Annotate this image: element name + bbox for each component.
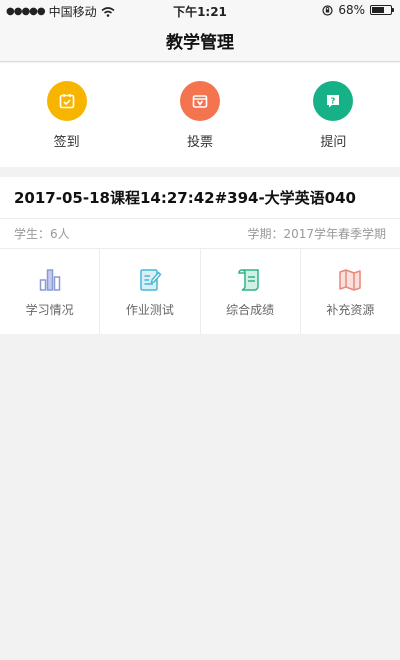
course-card[interactable]: 2017-05-18课程14:27:42#394-大学英语040 学生：6人 学… — [0, 177, 400, 334]
homework-icon — [140, 269, 162, 291]
vote-icon — [179, 81, 220, 121]
battery-icon — [370, 5, 394, 15]
question-label: 提问 — [320, 135, 347, 150]
homework-test-button[interactable]: 作业测试 — [100, 249, 201, 334]
overall-grade-label: 综合成绩 — [226, 303, 275, 317]
scroll-icon — [238, 269, 259, 291]
study-status-button[interactable]: 学习情况 — [0, 249, 101, 334]
checkin-icon — [46, 81, 87, 121]
bar-chart-icon — [39, 269, 60, 291]
nav-bar: 教学管理 — [0, 20, 400, 62]
question-icon: ? — [313, 81, 354, 121]
status-bar: ●●●●● 中国移动 下午1:21 68% — [0, 0, 400, 20]
supplementary-resources-button[interactable]: 补充资源 — [301, 249, 400, 334]
checkin-label: 签到 — [53, 135, 80, 150]
student-count: 学生：6人 — [14, 227, 70, 241]
battery-percent: 68% — [338, 3, 365, 17]
study-status-label: 学习情况 — [25, 303, 74, 317]
course-term: 学期：2017学年春季学期 — [247, 227, 386, 241]
course-actions: 学习情况 作业测试 综合成绩 补充资源 — [0, 249, 400, 334]
rotation-lock-icon — [322, 4, 333, 16]
overall-grade-button[interactable]: 综合成绩 — [201, 249, 301, 334]
course-meta: 学生：6人 学期：2017学年春季学期 — [0, 219, 400, 249]
question-button[interactable]: ? 提问 — [267, 63, 400, 167]
vote-button[interactable]: 投票 — [133, 63, 266, 167]
map-icon — [339, 269, 362, 291]
page-title: 教学管理 — [166, 33, 234, 53]
svg-text:?: ? — [331, 97, 336, 106]
homework-test-label: 作业测试 — [125, 303, 174, 317]
vote-label: 投票 — [186, 135, 213, 150]
course-title[interactable]: 2017-05-18课程14:27:42#394-大学英语040 — [0, 177, 400, 219]
quick-actions-panel: 签到 投票 ? 提问 — [0, 63, 400, 167]
battery-fill — [372, 7, 385, 13]
status-right: 68% — [322, 3, 394, 17]
supplementary-resources-label: 补充资源 — [326, 303, 375, 317]
checkin-button[interactable]: 签到 — [0, 63, 133, 167]
